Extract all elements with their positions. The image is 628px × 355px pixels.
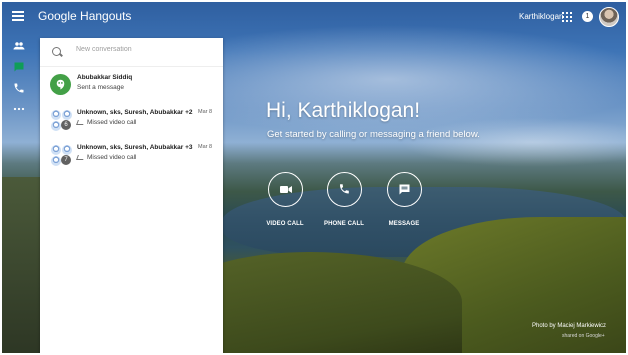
missed-call-icon bbox=[76, 119, 85, 125]
group-avatar-icon: 7 bbox=[50, 144, 73, 167]
message-icon bbox=[386, 172, 422, 207]
conversation-item[interactable]: Abubakkar Siddiq Sent a message bbox=[40, 69, 223, 101]
conversation-name: Unknown, sks, Suresh, Abubakkar +3 bbox=[77, 144, 193, 151]
greeting-title: Hi, Karthiklogan! bbox=[266, 99, 421, 122]
conversation-status: Sent a message bbox=[77, 84, 124, 91]
phone-icon bbox=[326, 172, 362, 207]
conversation-item[interactable]: 6 Unknown, sks, Suresh, Abubakkar +2 Mis… bbox=[40, 104, 223, 136]
notifications-badge[interactable]: 1 bbox=[582, 11, 593, 22]
phone-call-label: PHONE CALL bbox=[324, 221, 364, 227]
video-call-button[interactable]: VIDEO CALL bbox=[255, 172, 315, 227]
conversation-date: Mar 8 bbox=[198, 144, 213, 150]
conversation-name: Unknown, sks, Suresh, Abubakkar +2 bbox=[77, 109, 193, 116]
photo-credit: Photo by Maciej Markiewicz bbox=[532, 323, 607, 329]
phone-call-button[interactable]: PHONE CALL bbox=[314, 172, 374, 227]
conversation-item[interactable]: 7 Unknown, sks, Suresh, Abubakkar +3 Mis… bbox=[40, 139, 223, 171]
new-conversation-bar[interactable] bbox=[40, 38, 223, 67]
search-icon bbox=[52, 47, 61, 56]
people-icon[interactable] bbox=[13, 39, 25, 51]
message-button[interactable]: MESSAGE bbox=[374, 172, 434, 227]
conversation-panel: Abubakkar Siddiq Sent a message 6 Unknow… bbox=[40, 38, 223, 353]
photo-credit-source: shared on Google+ bbox=[562, 333, 605, 339]
video-call-label: VIDEO CALL bbox=[266, 221, 304, 227]
menu-icon[interactable] bbox=[12, 11, 24, 21]
background-hill-center bbox=[182, 252, 462, 353]
conversation-date: Mar 8 bbox=[198, 109, 213, 115]
app-title: Google Hangouts bbox=[38, 9, 132, 23]
hangouts-avatar-icon bbox=[50, 74, 71, 95]
greeting-subtitle: Get started by calling or messaging a fr… bbox=[267, 129, 480, 140]
group-extra-count: 7 bbox=[61, 155, 71, 165]
new-conversation-input[interactable] bbox=[76, 46, 206, 53]
missed-call-icon bbox=[76, 154, 85, 160]
chat-icon[interactable] bbox=[13, 60, 25, 72]
apps-grid-icon[interactable] bbox=[562, 12, 572, 22]
group-avatar-icon: 6 bbox=[50, 109, 73, 132]
conversation-name: Abubakkar Siddiq bbox=[77, 74, 133, 81]
message-label: MESSAGE bbox=[388, 221, 420, 227]
group-extra-count: 6 bbox=[61, 120, 71, 130]
more-icon[interactable] bbox=[13, 102, 25, 114]
conversation-status: Missed video call bbox=[76, 154, 137, 161]
account-avatar[interactable] bbox=[599, 7, 619, 27]
video-camera-icon bbox=[267, 172, 303, 207]
top-bar: Google Hangouts Karthiklogan 1 bbox=[2, 2, 626, 32]
conversation-status: Missed video call bbox=[76, 119, 137, 126]
phone-icon[interactable] bbox=[13, 81, 25, 93]
hangouts-window: Google Hangouts Karthiklogan 1 Abubakkar… bbox=[2, 2, 626, 353]
account-name[interactable]: Karthiklogan bbox=[519, 12, 563, 21]
